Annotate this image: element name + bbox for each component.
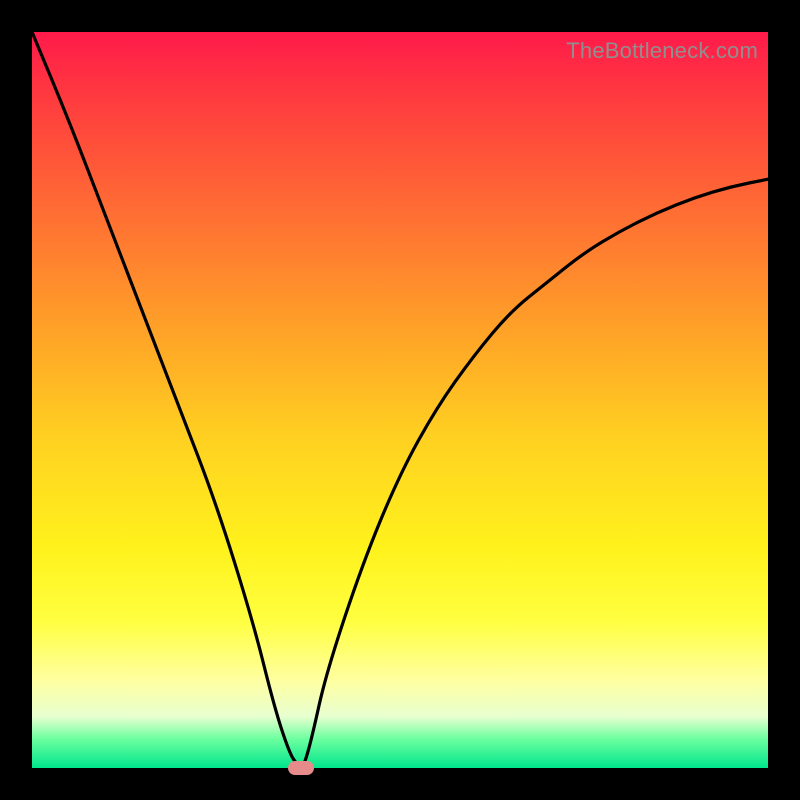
plot-area: TheBottleneck.com <box>32 32 768 768</box>
chart-frame: TheBottleneck.com <box>0 0 800 800</box>
optimum-marker <box>288 761 314 775</box>
bottleneck-curve <box>32 32 768 768</box>
